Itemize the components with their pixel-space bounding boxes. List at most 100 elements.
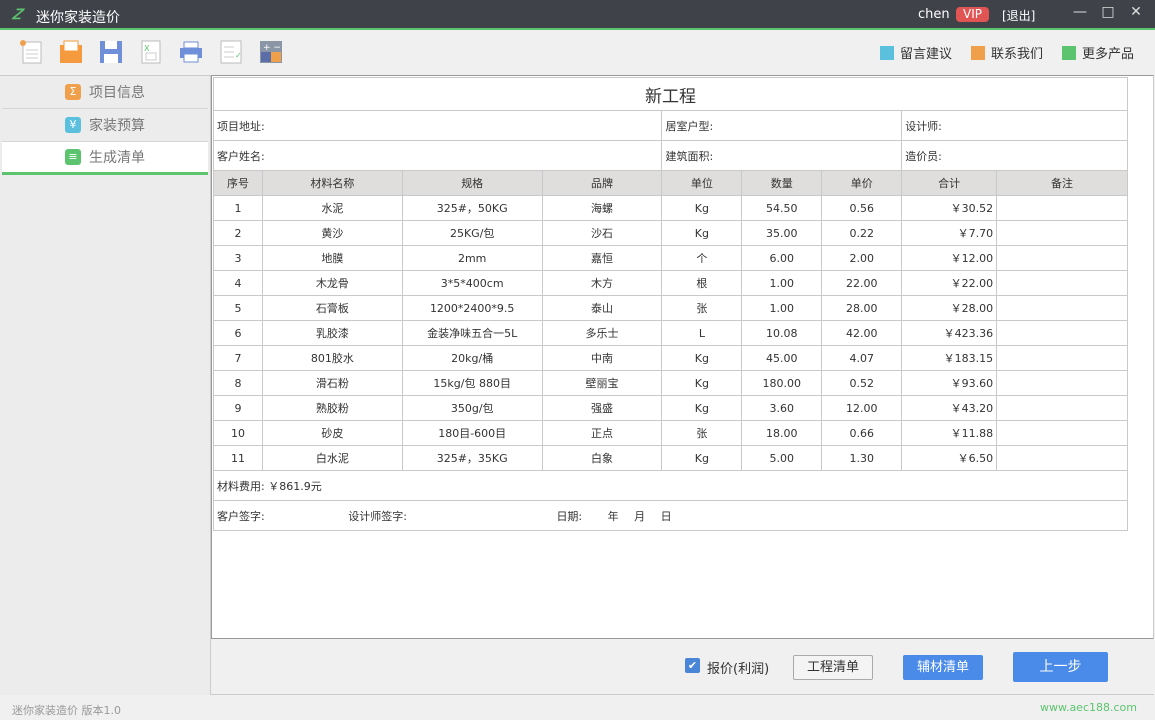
previous-step-button[interactable]: 上一步 xyxy=(1013,652,1108,682)
column-header: 单位 xyxy=(661,170,743,196)
sidebar-item-project-info[interactable]: Σ 项目信息 xyxy=(2,76,208,109)
column-header: 数量 xyxy=(741,170,823,196)
table-cell: 强盛 xyxy=(541,395,663,421)
table-cell xyxy=(996,345,1128,371)
table-cell: 180目-600目 xyxy=(401,420,543,446)
table-cell: 2.00 xyxy=(821,245,903,271)
table-row[interactable]: 11 白水泥 325#，35KG 白象 Kg 5.00 1.30 ￥6.50 xyxy=(213,445,1128,471)
project-list-button[interactable]: 工程清单 xyxy=(793,655,873,680)
sidebar-item-label: 生成清单 xyxy=(89,150,145,166)
print-icon[interactable] xyxy=(178,39,204,65)
table-row[interactable]: 4 木龙骨 3*5*400cm 木方根 1.00 22.00 ￥22.00 xyxy=(213,270,1128,296)
table-cell xyxy=(996,395,1128,421)
table-cell: ￥7.70 xyxy=(901,220,998,246)
table-cell: ￥22.00 xyxy=(901,270,998,296)
save-icon[interactable] xyxy=(98,39,124,65)
table-cell: Kg xyxy=(661,220,743,246)
sidebar-item-label: 家装预算 xyxy=(89,118,145,134)
checklist-icon[interactable]: ✓ xyxy=(218,39,244,65)
table-cell: 沙石 xyxy=(541,220,663,246)
table-cell: 个 xyxy=(661,245,743,271)
table-row[interactable]: 6 乳胶漆 金装净味五合一5L 多乐士 L 10.08 42.00 ￥423.36 xyxy=(213,320,1128,346)
table-cell: 正点 xyxy=(541,420,663,446)
close-button[interactable]: ✕ xyxy=(1126,4,1146,20)
table-cell: 9 xyxy=(213,395,263,421)
table-row[interactable]: 2 黄沙 25KG/包 沙石 Kg 35.00 0.22 ￥7.70 xyxy=(213,220,1128,246)
table-cell: 10.08 xyxy=(741,320,823,346)
table-cell: 18.00 xyxy=(741,420,823,446)
table-cell: 3*5*400cm xyxy=(401,270,543,296)
sidebar-item-generate-list[interactable]: ≡ 生成清单 xyxy=(2,142,208,175)
minimize-button[interactable]: — xyxy=(1070,4,1090,20)
table-row[interactable]: 3 地膜 2mm 嘉恒个 6.00 2.00 ￥12.00 xyxy=(213,245,1128,271)
new-file-icon[interactable] xyxy=(18,39,44,65)
table-cell: 2 xyxy=(213,220,263,246)
profit-checkbox[interactable]: ✔ xyxy=(685,658,700,673)
table-cell: 15kg/包 880目 xyxy=(401,370,543,396)
table-cell xyxy=(996,295,1128,321)
table-cell: ￥93.60 xyxy=(901,370,998,396)
table-row[interactable]: 5 石膏板 1200*2400*9.5 泰山张 1.00 28.00 ￥28.00 xyxy=(213,295,1128,321)
mail-icon xyxy=(971,45,985,60)
sidebar-item-budget[interactable]: ¥ 家装预算 xyxy=(2,109,208,142)
table-cell: 2mm xyxy=(401,245,543,271)
list-icon: ≡ xyxy=(65,149,81,165)
open-folder-icon[interactable] xyxy=(58,39,84,65)
table-cell: ￥11.88 xyxy=(901,420,998,446)
contact-link[interactable]: 联系我们 xyxy=(971,43,1043,62)
table-cell: Kg xyxy=(661,195,743,221)
table-cell: 350g/包 xyxy=(401,395,543,421)
table-row[interactable]: 8 滑石粉 15kg/包 880目 壁丽宝 Kg 180.00 0.52 ￥93.60 xyxy=(213,370,1128,396)
table-cell: ￥43.20 xyxy=(901,395,998,421)
table-cell: 砂皮 xyxy=(261,420,403,446)
table-cell: 54.50 xyxy=(741,195,823,221)
table-row[interactable]: 10 砂皮 180目-600目 正点张 18.00 0.66 ￥11.88 xyxy=(213,420,1128,446)
more-products-link[interactable]: 更多产品 xyxy=(1062,43,1134,62)
table-cell: 嘉恒 xyxy=(541,245,663,271)
table-cell: 6.00 xyxy=(741,245,823,271)
calculator-icon[interactable]: + − xyxy=(258,39,284,65)
auxiliary-list-button[interactable]: 辅材清单 xyxy=(903,655,983,680)
table-cell: 1.00 xyxy=(741,295,823,321)
table-cell: 1.00 xyxy=(741,270,823,296)
table-row[interactable]: 7 801胶水 20kg/桶 中南 Kg 45.00 4.07 ￥183.15 xyxy=(213,345,1128,371)
info-field: 居室户型: xyxy=(661,110,903,141)
table-cell: L xyxy=(661,320,743,346)
svg-text:+ −: + − xyxy=(263,43,281,53)
table-cell: 石膏板 xyxy=(261,295,403,321)
feedback-link[interactable]: 留言建议 xyxy=(880,43,952,62)
app-title: 迷你家装造价 xyxy=(36,10,120,26)
website-link[interactable]: www.aec188.com xyxy=(1040,701,1137,714)
table-cell xyxy=(996,245,1128,271)
table-cell: ￥423.36 xyxy=(901,320,998,346)
maximize-button[interactable]: □ xyxy=(1098,4,1118,20)
table-cell xyxy=(996,320,1128,346)
more-products-label: 更多产品 xyxy=(1082,47,1135,62)
date-label: 日期: xyxy=(556,509,583,523)
table-cell: 28.00 xyxy=(821,295,903,321)
version-text: 迷你家装造价 版本1.0 xyxy=(12,704,121,717)
table-cell: 张 xyxy=(661,295,743,321)
year-label: 年 xyxy=(607,509,619,523)
document-panel: 新工程 项目地址: 居室户型: 设计师: 客户姓名: 建筑面积: 造价员: 序号 材料名称规… xyxy=(211,75,1154,639)
toolbar: X ✓ + − 留言建议 联系我们 更多产品 xyxy=(0,32,1155,75)
excel-export-icon[interactable]: X xyxy=(138,39,164,65)
table-cell: 45.00 xyxy=(741,345,823,371)
table-cell xyxy=(996,420,1128,446)
logout-link[interactable]: [退出] xyxy=(1002,7,1035,24)
table-cell: Kg xyxy=(661,395,743,421)
table-cell: 泰山 xyxy=(541,295,663,321)
table-row[interactable]: 9 熟胶粉 350g/包 强盛 Kg 3.60 12.00 ￥43.20 xyxy=(213,395,1128,421)
table-row[interactable]: 1 水泥 325#，50KG 海螺 Kg 54.50 0.56 ￥30.52 xyxy=(213,195,1128,221)
column-header: 序号 xyxy=(213,170,263,196)
designer-signature-label: 设计师签字: xyxy=(348,509,407,523)
sidebar-item-label: 项目信息 xyxy=(89,85,145,101)
table-cell: ￥183.15 xyxy=(901,345,998,371)
info-field: 设计师: xyxy=(901,110,1128,141)
title-bar: 𝑍 迷你家装造价 chen VIP [退出] — □ ✕ xyxy=(0,0,1155,30)
table-cell: 多乐士 xyxy=(541,320,663,346)
table-cell: 0.56 xyxy=(821,195,903,221)
month-label: 月 xyxy=(634,509,646,523)
vip-badge[interactable]: VIP xyxy=(956,7,989,22)
profit-checkbox-label[interactable]: 报价(利润) xyxy=(707,658,769,677)
